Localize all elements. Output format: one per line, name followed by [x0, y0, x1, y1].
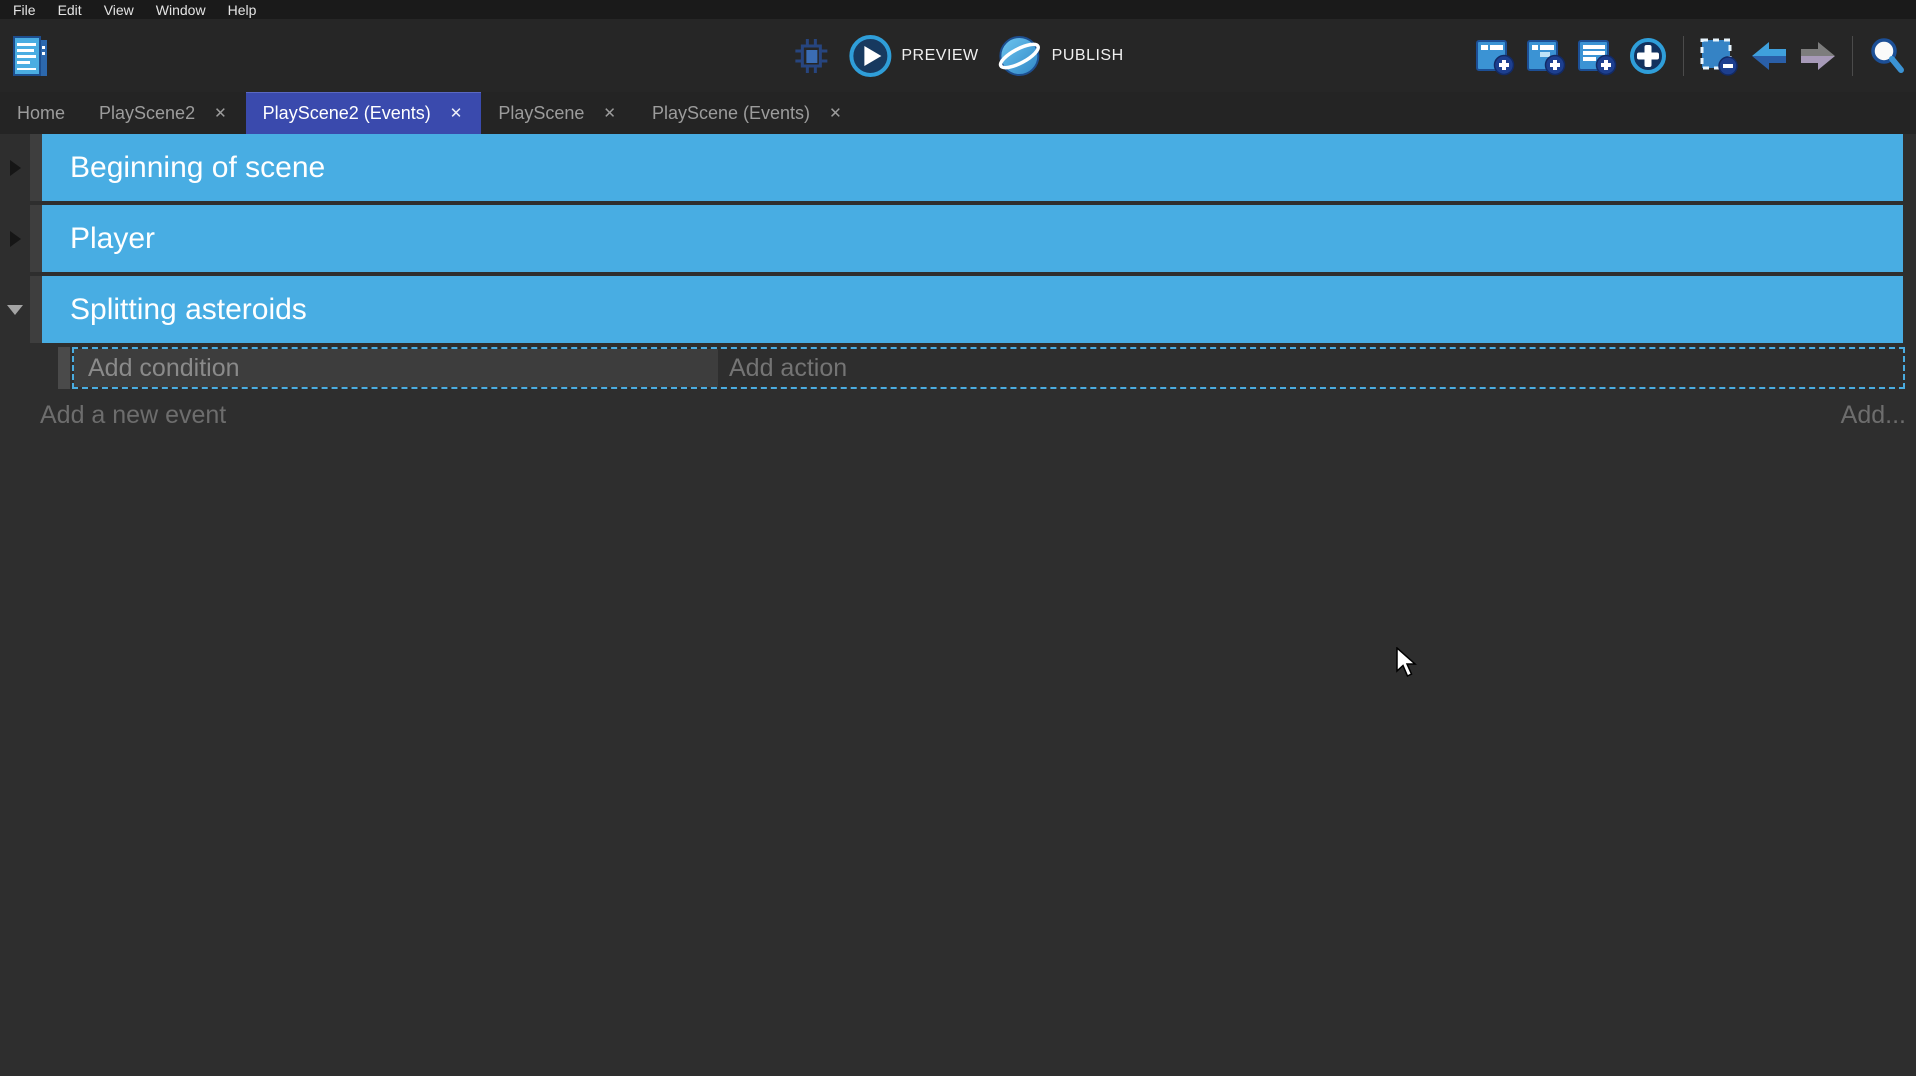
tab-bar: Home PlayScene2 ✕ PlayScene2 (Events) ✕ …	[0, 92, 1916, 134]
collapse-arrow-icon[interactable]	[10, 231, 21, 247]
search-icon	[1868, 36, 1908, 76]
publish-button[interactable]: PUBLISH	[997, 33, 1124, 79]
add-action-button[interactable]: Add action	[718, 349, 1903, 387]
add-condition-label: Add condition	[88, 354, 240, 383]
mouse-cursor	[1396, 647, 1420, 679]
add-condition-button[interactable]: Add condition	[74, 349, 718, 387]
tab-playscene2[interactable]: PlayScene2 ✕	[82, 92, 246, 134]
tab-label: PlayScene2	[99, 103, 195, 124]
debug-button[interactable]	[792, 37, 830, 75]
menu-bar: File Edit View Window Help	[0, 0, 1916, 19]
play-icon	[848, 34, 892, 78]
tab-playscene-events[interactable]: PlayScene (Events) ✕	[635, 92, 861, 134]
menu-help[interactable]: Help	[217, 2, 268, 18]
dashed-selection-minus-icon	[1699, 36, 1739, 76]
preview-button[interactable]: PREVIEW	[848, 34, 978, 78]
search-button[interactable]	[1868, 36, 1908, 76]
add-sub-event-icon	[1526, 36, 1566, 76]
event-group-row: Player	[0, 205, 1916, 272]
tab-label: PlayScene (Events)	[652, 103, 810, 124]
add-event-icon	[1475, 36, 1515, 76]
redo-icon	[1799, 39, 1837, 73]
event-group-beginning-of-scene[interactable]: Beginning of scene	[42, 134, 1903, 201]
bug-icon	[792, 37, 830, 75]
event-gutter-strip	[30, 134, 42, 201]
add-comment-button[interactable]	[1577, 36, 1617, 76]
tab-close-icon[interactable]: ✕	[827, 103, 844, 123]
tab-close-icon[interactable]: ✕	[448, 103, 465, 123]
event-gutter	[0, 134, 30, 201]
tab-playscene[interactable]: PlayScene ✕	[481, 92, 635, 134]
menu-window[interactable]: Window	[145, 2, 217, 18]
publish-label: PUBLISH	[1052, 47, 1124, 65]
add-event-button[interactable]	[1475, 36, 1515, 76]
events-panel: Beginning of scene Player Splitting aste…	[0, 134, 1916, 432]
gdevelop-window: File Edit View Window Help	[0, 0, 1916, 1076]
menu-view[interactable]: View	[93, 2, 145, 18]
add-event-footer: Add a new event Add...	[40, 398, 1906, 432]
add-more-button[interactable]: Add...	[1841, 401, 1906, 430]
tab-label: Home	[17, 103, 65, 124]
tab-label: PlayScene	[498, 103, 584, 124]
event-group-title: Player	[70, 222, 155, 256]
event-group-title: Beginning of scene	[70, 151, 325, 185]
undo-button[interactable]	[1750, 39, 1788, 73]
globe-icon	[997, 33, 1043, 79]
event-drag-handle[interactable]	[58, 347, 70, 389]
add-action-label: Add action	[729, 354, 847, 383]
event-gutter-strip	[30, 205, 42, 272]
preview-label: PREVIEW	[901, 47, 978, 65]
toolbar-separator	[1683, 36, 1684, 76]
redo-button[interactable]	[1799, 39, 1837, 73]
tab-home[interactable]: Home	[0, 92, 82, 134]
tab-close-icon[interactable]: ✕	[601, 103, 618, 123]
choose-add-event-button[interactable]	[1628, 36, 1668, 76]
project-manager-button[interactable]	[9, 34, 51, 80]
add-comment-icon	[1577, 36, 1617, 76]
menu-edit[interactable]: Edit	[47, 2, 93, 18]
expand-arrow-icon[interactable]	[7, 305, 23, 315]
event-group-player[interactable]: Player	[42, 205, 1903, 272]
add-new-event-button[interactable]: Add a new event	[40, 401, 226, 430]
project-manager-icon	[9, 34, 51, 80]
deactivate-event-button[interactable]	[1699, 36, 1739, 76]
toolbar-separator	[1852, 36, 1853, 76]
tab-close-icon[interactable]: ✕	[212, 103, 229, 123]
toolbar-right	[1475, 19, 1908, 92]
tab-label: PlayScene2 (Events)	[263, 103, 431, 124]
add-circle-icon	[1628, 36, 1668, 76]
toolbar-center: PREVIEW PUBLISH	[792, 19, 1123, 92]
undo-icon	[1750, 39, 1788, 73]
menu-file[interactable]: File	[2, 2, 47, 18]
event-group-title: Splitting asteroids	[70, 293, 307, 327]
event-group-row: Beginning of scene	[0, 134, 1916, 201]
event-gutter	[0, 276, 30, 343]
event-gutter-strip	[30, 276, 42, 343]
tab-playscene2-events[interactable]: PlayScene2 (Events) ✕	[246, 92, 482, 134]
selected-event-row: Add condition Add action	[58, 347, 1905, 389]
add-sub-event-button[interactable]	[1526, 36, 1566, 76]
selected-empty-event: Add condition Add action	[72, 347, 1905, 389]
toolbar: PREVIEW PUBLISH	[0, 19, 1916, 92]
event-gutter	[0, 205, 30, 272]
collapse-arrow-icon[interactable]	[10, 160, 21, 176]
event-group-splitting-asteroids[interactable]: Splitting asteroids	[42, 276, 1903, 343]
event-group-row: Splitting asteroids	[0, 276, 1916, 343]
